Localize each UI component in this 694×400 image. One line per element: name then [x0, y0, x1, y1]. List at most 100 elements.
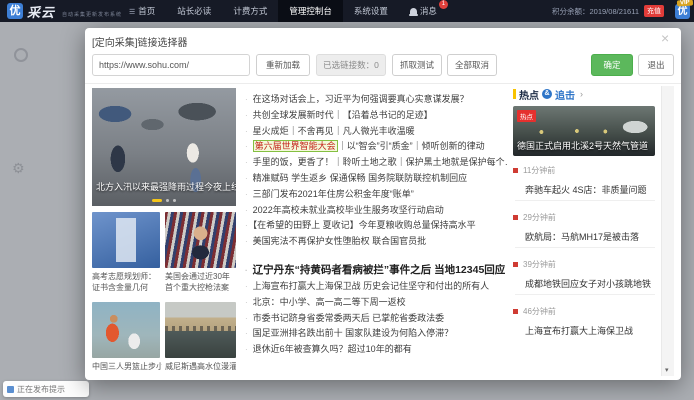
headline-text: 退休近6年被查算久吗？超过10年的都有	[253, 344, 412, 354]
nav-item-label: 消息	[420, 6, 437, 16]
photo-caption[interactable]: 中国三人男篮止步小组赛	[92, 361, 162, 372]
recharge-button[interactable]: 充值	[644, 5, 664, 17]
sidebar-news-item[interactable]: 11分钟前奔驰车起火 4S店：非质量问题	[513, 162, 655, 209]
nav-item-首页[interactable]: ☰首页	[118, 0, 166, 22]
headline-text: ｜以“智会”引“质金”｜倾听创新的律动	[338, 141, 485, 151]
news-time-row: 11分钟前	[513, 162, 655, 176]
nav-item-label: 管理控制台	[289, 6, 332, 16]
sidebar-news-item[interactable]: 39分钟前成都地铁回应女子对小孩跳地铁	[513, 256, 655, 303]
close-icon[interactable]: ×	[661, 30, 669, 46]
news-time-row: 29分钟前	[513, 209, 655, 223]
headline-link[interactable]: ·第六届世界智能大会｜以“智会”引“质金”｜倾听创新的律动	[245, 139, 508, 155]
headline-list: ·在这场对话会上，习近平为何强调要真心实意谋发展？·共创全球发展新时代｜【沿着总…	[245, 92, 508, 358]
headline-text: 美国宪法不再保护女性堕胎权 联合国官员批	[253, 236, 427, 246]
nav-item-站长必读[interactable]: 站长必读	[166, 0, 222, 22]
bullet-icon: ·	[245, 206, 248, 215]
news-time-row: 46分钟前	[513, 303, 655, 317]
headline-link[interactable]: ·精准赋码 学生返乡 保通保畅 国务院联防联控机制回应	[245, 171, 508, 187]
red-square-bullet-icon	[513, 309, 518, 314]
news-title[interactable]: 欧航局：马航MH17是被击落	[525, 230, 655, 243]
headline-text: 共创全球发展新时代｜【沿着总书记的足迹】	[253, 110, 433, 120]
top-navbar: 优 采云 自动采集更新发布系统 ☰首页站长必读计费方式管理控制台系统设置消息1 …	[0, 0, 694, 22]
news-photo-plaque[interactable]	[92, 212, 160, 268]
news-photo-biden[interactable]	[165, 212, 236, 268]
photo-caption[interactable]: 美国会通过近30年首个重大控枪法案	[165, 271, 236, 293]
carousel-image[interactable]: 北方入汛以来最强降雨过程今夜上线	[92, 88, 236, 206]
nav-item-label: 计费方式	[233, 6, 267, 16]
news-photo-venice[interactable]	[165, 302, 236, 358]
news-title[interactable]: 奔驰车起火 4S店：非质量问题	[525, 183, 655, 196]
nav-item-label: 系统设置	[354, 6, 388, 16]
headline-text: 国足亚洲排名跌出前十 国家队建设为何陷入停滞？	[253, 328, 454, 338]
headline-link[interactable]: ·上海宣布打赢大上海保卫战 历史会记住坚守和付出的所有人	[245, 279, 508, 295]
news-timestamp: 29分钟前	[523, 212, 556, 223]
headline-link[interactable]: · 星火成炬｜不舍再见｜凡人微光丰收温暖	[245, 124, 508, 140]
sidebar-news-item[interactable]: 29分钟前欧航局：马航MH17是被击落	[513, 209, 655, 256]
photo-caption[interactable]: 威尼斯遇高水位漫灌 圣	[165, 361, 236, 372]
headline-link[interactable]: ·市委书记跻身省委常委两天后 已掌舵省委政法委	[245, 311, 508, 327]
nav-item-计费方式[interactable]: 计费方式	[222, 0, 278, 22]
headline-link[interactable]: ·国足亚洲排名跌出前十 国家队建设为何陷入停滞？	[245, 326, 508, 342]
bell-icon	[410, 8, 417, 14]
headline-text: 【在希望的田野上 夏收记】今年夏粮收购总量保持高水平	[253, 220, 476, 230]
carousel-dots[interactable]	[92, 199, 236, 202]
exit-button[interactable]: 退出	[638, 54, 674, 76]
carousel-dot[interactable]	[166, 199, 169, 202]
nav-item-label: 站长必读	[177, 6, 211, 16]
bullet-icon: ·	[245, 127, 248, 136]
toast-label: 正在发布提示	[17, 384, 65, 395]
carousel-dot[interactable]	[173, 199, 176, 202]
bullet-icon: ·	[245, 266, 248, 275]
headline-link[interactable]: · 2022年高校未就业高校毕业生服务攻坚行动启动	[245, 203, 508, 219]
headline-link[interactable]: ·【在希望的田野上 夏收记】今年夏粮收购总量保持高水平	[245, 218, 508, 234]
news-photo-basketball[interactable]	[92, 302, 160, 358]
headline-text: 辽宁丹东“持黄码者看病被拦”事件之后 当地12345回应	[253, 264, 506, 276]
balance-text: 积分余额：2019/08/21611	[552, 6, 639, 17]
scrape-test-button[interactable]: 抓取测试	[392, 54, 442, 76]
vip-badge: VIP	[677, 0, 693, 7]
nav-right-cluster: 积分余额：2019/08/21611 充值	[552, 0, 664, 22]
news-title[interactable]: 上海宣布打赢大上海保卫战	[525, 324, 655, 337]
headline-link[interactable]: · 辽宁丹东“持黄码者看病被拦”事件之后 当地12345回应	[245, 262, 508, 279]
carousel-dot-active[interactable]	[152, 199, 162, 202]
hot-sidebar: 热点 & 追击 › 热点 德国正式启用北溪2号天然气管道 11分钟前奔驰车起火 …	[513, 88, 655, 350]
sidebar-news-item[interactable]: 46分钟前上海宣布打赢大上海保卫战	[513, 303, 655, 350]
news-timestamp: 39分钟前	[523, 259, 556, 270]
notification-badge: 1	[439, 0, 448, 9]
brand-name: 采云	[27, 2, 55, 21]
headline-text: 三部门发布2021年住房公积金年度“账单”	[253, 189, 414, 199]
headline-link[interactable]: ·三部门发布2021年住房公积金年度“账单”	[245, 187, 508, 203]
top-story-caption: 德国正式启用北溪2号天然气管道	[517, 139, 648, 152]
confirm-button[interactable]: 确定	[591, 54, 633, 76]
bullet-icon: ·	[245, 158, 248, 167]
headline-text: 2022年高校未就业高校毕业生服务攻坚行动启动	[253, 205, 444, 215]
url-input[interactable]	[92, 54, 250, 76]
chevron-right-icon[interactable]: ›	[580, 89, 583, 99]
cancel-all-button[interactable]: 全部取消	[447, 54, 497, 76]
headline-text: 在这场对话会上，习近平为何强调要真心实意谋发展？	[253, 94, 469, 104]
headline-link[interactable]: ·退休近6年被查算久吗？超过10年的都有	[245, 342, 508, 358]
sidebar-top-story[interactable]: 热点 德国正式启用北溪2号天然气管道	[513, 106, 655, 156]
headline-link[interactable]: ·手里的饭，更香了！｜聆听土地之歌｜保护黑土地就是保护每个…	[245, 155, 508, 171]
selected-count-field: 已选链接数：0	[316, 54, 386, 76]
headline-link[interactable]: ·共创全球发展新时代｜【沿着总书记的足迹】	[245, 108, 508, 124]
headline-link[interactable]: ·美国宪法不再保护女性堕胎权 联合国官员批	[245, 234, 508, 250]
scrollbar[interactable]: ▾	[661, 86, 674, 376]
toolbar-divider	[85, 83, 681, 84]
nav-item-消息[interactable]: 消息1	[399, 0, 448, 22]
scroll-down-arrow-icon[interactable]: ▾	[665, 366, 669, 374]
nav-item-管理控制台[interactable]: 管理控制台	[278, 0, 343, 22]
accent-bar	[513, 89, 516, 99]
headline-link[interactable]: ·在这场对话会上，习近平为何强调要真心实意谋发展？	[245, 92, 508, 108]
brand-logo-icon[interactable]: 优	[7, 3, 23, 19]
nav-item-系统设置[interactable]: 系统设置	[343, 0, 399, 22]
news-timestamp: 11分钟前	[523, 165, 555, 176]
selected-link-highlight[interactable]: 第六届世界智能大会	[253, 140, 338, 152]
reload-button[interactable]: 重新加载	[256, 54, 310, 76]
sidebar-news-list: 11分钟前奔驰车起火 4S店：非质量问题29分钟前欧航局：马航MH17是被击落3…	[513, 162, 655, 350]
photo-caption[interactable]: 高考志愿规划师：证书含金量几何	[92, 271, 160, 293]
headline-text: 上海宣布打赢大上海保卫战 历史会记住坚守和付出的所有人	[253, 281, 490, 291]
headline-text: 星火成炬｜不舍再见｜凡人微光丰收温暖	[253, 126, 415, 136]
headline-link[interactable]: ·北京：中小学、高一高二等下周一返校	[245, 295, 508, 311]
news-title[interactable]: 成都地铁回应女子对小孩跳地铁	[525, 277, 655, 290]
